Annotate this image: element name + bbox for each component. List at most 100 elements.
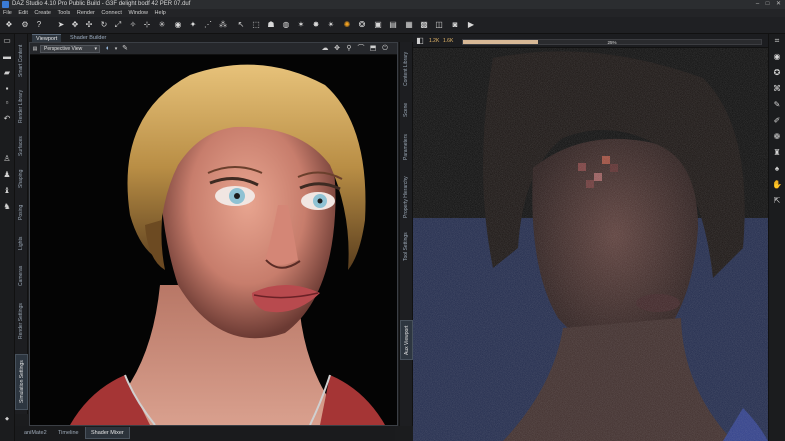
pointer-icon[interactable]: ↖ xyxy=(236,20,246,30)
spline-icon[interactable]: ✴ xyxy=(326,20,336,30)
screenshot-icon[interactable]: ◫ xyxy=(434,20,444,30)
aux-tool-icon[interactable]: ✎ xyxy=(121,45,129,53)
figure-icon[interactable]: ♟ xyxy=(2,170,12,180)
close-button[interactable]: ✕ xyxy=(774,1,783,8)
brush-icon[interactable]: ✐ xyxy=(772,116,782,126)
tab-smart-content[interactable]: Smart Content xyxy=(15,42,28,80)
move-icon[interactable]: ✣ xyxy=(84,20,94,30)
pin-icon[interactable]: ⌗ xyxy=(772,36,782,46)
minimize-button[interactable]: – xyxy=(753,1,762,8)
tab-tool-settings[interactable]: Tool Settings xyxy=(400,228,413,266)
render-preview-image xyxy=(413,48,768,441)
pose-tool-icon[interactable]: ✧ xyxy=(128,20,138,30)
gallery-icon[interactable]: ▩ xyxy=(419,20,429,30)
morph-icon[interactable]: ❁ xyxy=(772,132,782,142)
select-icon[interactable]: ➤ xyxy=(56,20,66,30)
undo-icon[interactable]: ↶ xyxy=(2,114,12,124)
menu-connect[interactable]: Connect xyxy=(101,9,122,17)
brush-icon[interactable]: ⁂ xyxy=(218,20,228,30)
settings-icon[interactable]: ⚙ xyxy=(20,20,30,30)
tab-lights[interactable]: Lights xyxy=(15,232,28,254)
menu-create[interactable]: Create xyxy=(34,9,51,17)
maximize-button[interactable]: □ xyxy=(763,1,772,8)
tab-content-library[interactable]: Content Library xyxy=(400,46,413,92)
tab-property-hierarchy[interactable]: Property Hierarchy xyxy=(400,172,413,222)
orbit-icon[interactable]: ☁ xyxy=(321,45,329,53)
image-icon[interactable]: ▣ xyxy=(373,20,383,30)
edit-icon[interactable]: ✎ xyxy=(772,100,782,110)
rotate-icon[interactable]: ↻ xyxy=(99,20,109,30)
tab-shaping[interactable]: Shaping xyxy=(15,166,28,192)
scale-icon[interactable]: ⤢ xyxy=(113,20,123,30)
lasso-icon[interactable]: ⌘ xyxy=(772,84,782,94)
save-as-icon[interactable]: ▫ xyxy=(2,98,12,108)
body-icon[interactable]: ♝ xyxy=(2,186,12,196)
render-album-icon[interactable]: ▤ xyxy=(388,20,398,30)
merge-icon[interactable]: ▰ xyxy=(2,68,12,78)
surface-icon[interactable]: ✦ xyxy=(188,20,198,30)
shading-chevron-icon[interactable]: ▾ xyxy=(112,45,120,53)
zoom-icon[interactable]: ⚲ xyxy=(345,45,353,53)
menu-file[interactable]: File xyxy=(3,9,12,17)
hand-icon[interactable]: ✋ xyxy=(772,180,782,190)
camera-view-icon[interactable]: ▦ xyxy=(404,20,414,30)
save-icon[interactable]: ▪ xyxy=(2,84,12,94)
tab-shader-mixer[interactable]: Shader Mixer xyxy=(85,427,130,439)
export-icon[interactable]: ⇱ xyxy=(772,196,782,206)
tab-timeline[interactable]: Timeline xyxy=(53,427,84,439)
render-toolbar: ◧ 1.2K 1.6K 25% xyxy=(413,34,768,48)
file-new-icon[interactable]: ▭ xyxy=(2,36,12,46)
tab-surfaces[interactable]: Surfaces xyxy=(15,132,28,160)
viewport-render[interactable] xyxy=(30,55,397,425)
tab-viewport[interactable]: Viewport xyxy=(32,34,62,42)
dolly-icon[interactable]: ⌒ xyxy=(357,45,365,53)
tab-simulation-settings[interactable]: Simulation Settings xyxy=(15,354,28,410)
open-folder-icon[interactable]: ▬ xyxy=(2,52,12,62)
render-options-icon[interactable]: ◧ xyxy=(415,36,425,46)
tab-posing[interactable]: Posing xyxy=(15,200,28,224)
menu-window[interactable]: Window xyxy=(128,9,148,17)
playback-icon[interactable]: ▶ xyxy=(466,20,476,30)
figure-pose-icon[interactable]: ♙ xyxy=(2,154,12,164)
main-toolbar: ❖ ⚙ ? ➤ ✥ ✣ ↻ ⤢ ✧ ⊹ ✳ ◉ ✦ ⋰ ⁂ ↖ ⬚ ☗ ◍ ✶ … xyxy=(0,17,785,34)
tab-scene[interactable]: Scene xyxy=(400,98,413,122)
tab-aux-viewport[interactable]: Aux Viewport xyxy=(400,320,413,360)
help-icon[interactable]: ? xyxy=(34,20,44,30)
pan-icon[interactable]: ✥ xyxy=(333,45,341,53)
render-icon[interactable]: ✺ xyxy=(342,20,352,30)
camera-icon[interactable]: ◉ xyxy=(772,52,782,62)
tab-render-library[interactable]: Render Library xyxy=(15,86,28,126)
tab-cameras[interactable]: Cameras xyxy=(15,262,28,290)
walk-icon[interactable]: ☗ xyxy=(266,20,276,30)
spot-icon[interactable]: ✶ xyxy=(296,20,306,30)
new-scene-icon[interactable]: ❖ xyxy=(4,20,14,30)
walk-icon[interactable]: ♠ xyxy=(772,164,782,174)
tab-animate2[interactable]: aniMate2 xyxy=(19,427,52,439)
universal-tool-icon[interactable]: ✥ xyxy=(70,20,80,30)
hand-icon[interactable]: ♞ xyxy=(2,202,12,212)
frame-icon[interactable]: ⬒ xyxy=(369,45,377,53)
figure-icon[interactable]: ♜ xyxy=(772,148,782,158)
region-icon[interactable]: ⬚ xyxy=(251,20,261,30)
camera-icon[interactable]: ◍ xyxy=(281,20,291,30)
joint-editor-icon[interactable]: ⊹ xyxy=(142,20,152,30)
view-select[interactable]: Perspective View ▾ xyxy=(40,45,100,53)
shading-mode-icon[interactable]: ◐ xyxy=(104,45,112,53)
render-settings-icon[interactable]: ❂ xyxy=(357,20,367,30)
camera-snapshot-icon[interactable]: ◙ xyxy=(450,20,460,30)
menu-tools[interactable]: Tools xyxy=(57,9,70,17)
power-icon[interactable]: ⏻ xyxy=(381,45,389,53)
tab-render-settings[interactable]: Render Settings xyxy=(15,298,28,344)
tab-parameters[interactable]: Parameters xyxy=(400,128,413,166)
geometry-icon[interactable]: ◉ xyxy=(173,20,183,30)
node-icon[interactable]: ✳ xyxy=(157,20,167,30)
menu-render[interactable]: Render xyxy=(77,9,95,17)
render-canvas[interactable] xyxy=(413,48,768,441)
light-icon[interactable]: ✪ xyxy=(772,68,782,78)
tab-shader-builder[interactable]: Shader Builder xyxy=(66,34,110,42)
viewport-menu-icon[interactable]: ▤ xyxy=(31,45,39,53)
transfer-icon[interactable]: ⋰ xyxy=(203,20,213,30)
menu-edit[interactable]: Edit xyxy=(18,9,27,17)
menu-help[interactable]: Help xyxy=(155,9,166,17)
light-icon[interactable]: ✸ xyxy=(311,20,321,30)
